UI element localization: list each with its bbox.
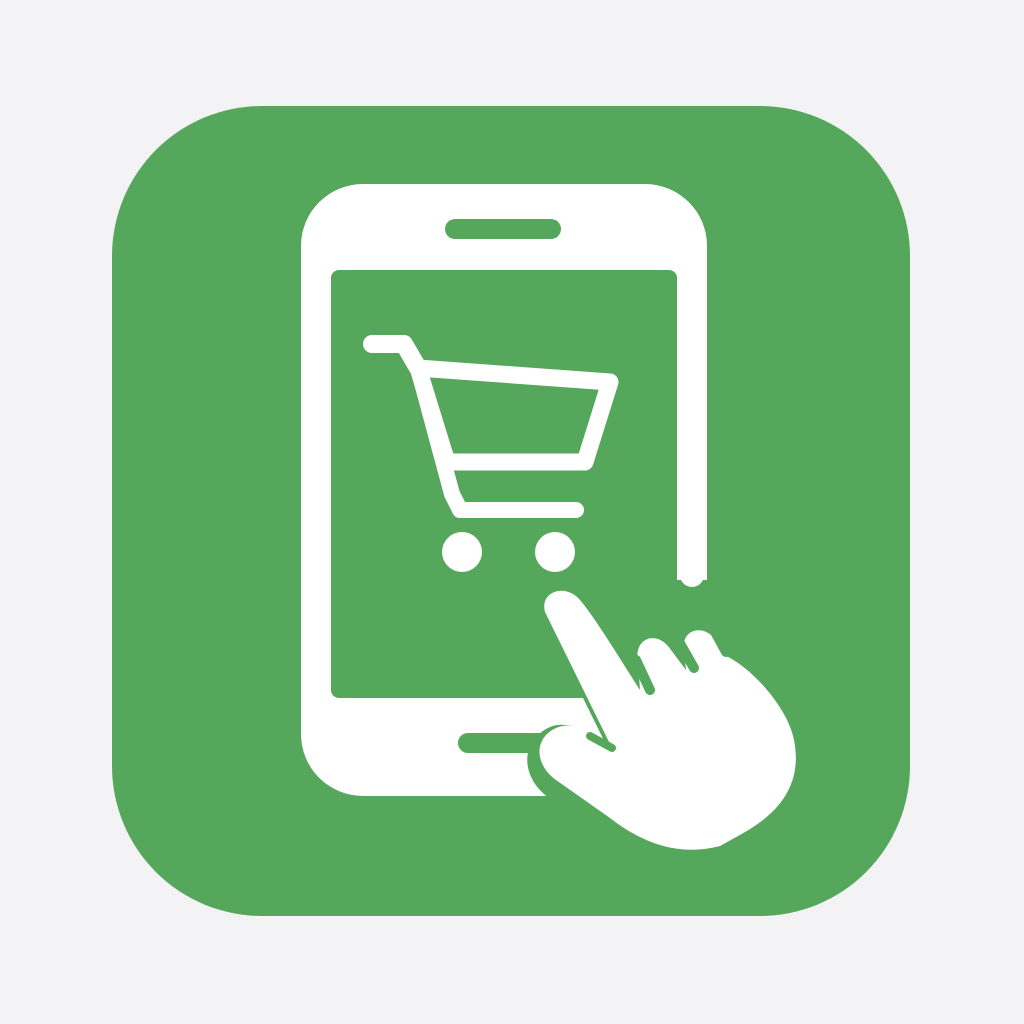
speaker-slot — [445, 219, 561, 239]
mobile-shopping-app-icon[interactable] — [0, 0, 1024, 1024]
icon-canvas — [0, 0, 1024, 1024]
